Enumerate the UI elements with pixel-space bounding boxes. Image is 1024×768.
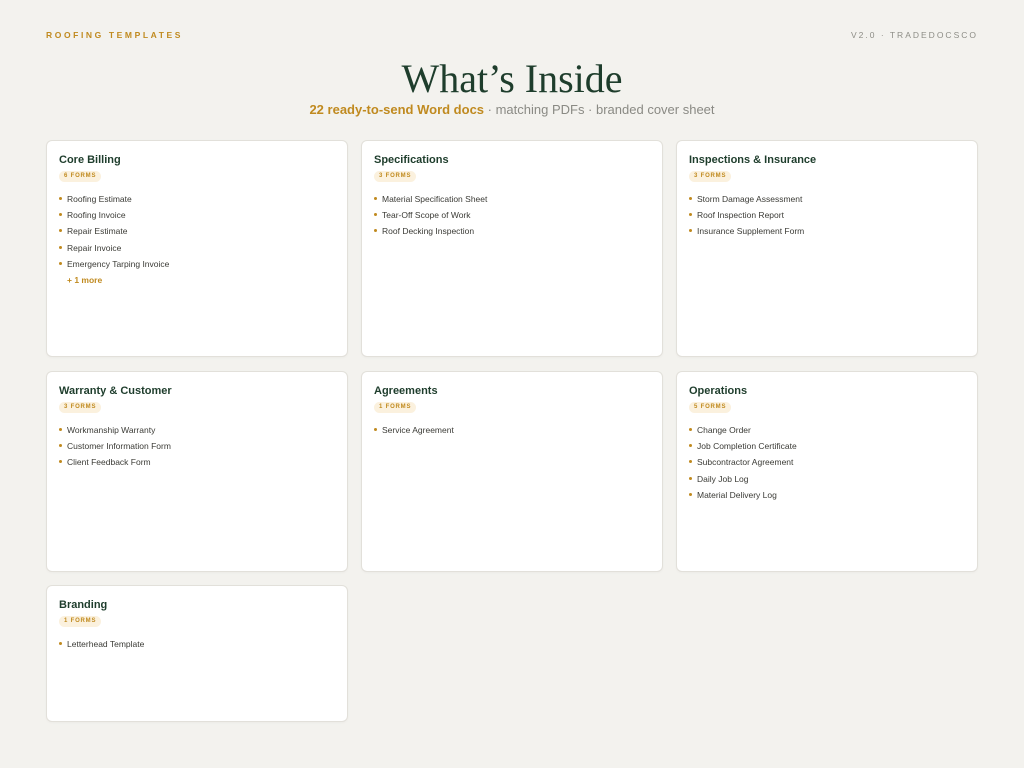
bullet-dot-icon	[59, 428, 62, 431]
forms-count-badge: 1 FORMS	[374, 402, 417, 413]
item-label: Tear-Off Scope of Work	[382, 210, 471, 221]
item-label: Roofing Invoice	[67, 210, 126, 221]
card-title: Specifications	[374, 154, 449, 166]
bullet-dot-icon	[59, 261, 62, 265]
subtitle-rest: · matching PDFs · branded cover sheet	[484, 102, 715, 117]
list-item: Repair Estimate	[59, 225, 169, 241]
item-label: Daily Job Log	[697, 473, 749, 484]
item-label: Emergency Tarping Invoice	[67, 258, 170, 269]
bullet-dot-icon	[374, 428, 377, 431]
item-label: Change Order	[697, 425, 751, 435]
card-operations: Operations 5 FORMS Change Order Job Comp…	[676, 371, 978, 572]
bullet-dot-icon	[59, 642, 62, 645]
card-title: Operations	[689, 385, 748, 397]
item-label: Subcontractor Agreement	[697, 457, 794, 468]
item-label: Letterhead Template	[67, 639, 145, 649]
card-specifications: Specifications 3 FORMS Material Specific…	[361, 140, 663, 357]
version-label: V2.0 · TRADEDOCSCO	[850, 30, 978, 40]
item-label: Repair Invoice	[67, 242, 122, 253]
item-label: Roofing Estimate	[67, 194, 132, 204]
bullet-dot-icon	[689, 213, 692, 217]
bullet-dot-icon	[59, 213, 62, 217]
list-item: Job Completion Certificate	[689, 440, 797, 456]
item-label: Insurance Supplement Form	[697, 226, 805, 237]
bullet-dot-icon	[59, 245, 62, 249]
bullet-dot-icon	[689, 197, 692, 200]
bullet-dot-icon	[374, 213, 377, 217]
item-label: Roof Inspection Report	[697, 210, 784, 221]
list-item: Client Feedback Form	[59, 456, 171, 472]
card-title: Warranty & Customer	[59, 385, 172, 397]
item-label: Material Delivery Log	[697, 489, 777, 500]
bullet-dot-icon	[59, 229, 62, 233]
form-list: Roofing Estimate Roofing Invoice Repair …	[59, 193, 169, 288]
list-item: Tear-Off Scope of Work	[374, 209, 487, 225]
list-item: Change Order	[689, 424, 797, 440]
bullet-dot-icon	[59, 444, 62, 448]
bullet-dot-icon	[374, 229, 377, 233]
form-list: Service Agreement	[374, 424, 454, 440]
forms-count-badge: 6 FORMS	[59, 171, 102, 182]
item-label: Workmanship Warranty	[67, 425, 156, 435]
form-list: Workmanship Warranty Customer Informatio…	[59, 424, 171, 473]
item-label: Customer Information Form	[67, 441, 171, 452]
card-title: Inspections & Insurance	[689, 154, 817, 166]
item-label: Client Feedback Form	[67, 457, 151, 468]
forms-count-badge: 5 FORMS	[689, 402, 732, 413]
forms-count-badge: 3 FORMS	[59, 402, 102, 413]
page-title: What’s Inside	[401, 56, 623, 101]
bullet-dot-icon	[689, 476, 692, 480]
list-item: Letterhead Template	[59, 638, 144, 654]
list-item: Storm Damage Assessment	[689, 193, 804, 209]
list-item: Daily Job Log	[689, 473, 797, 489]
card-title: Core Billing	[59, 154, 121, 166]
list-item: Service Agreement	[374, 424, 454, 440]
item-label: Roof Decking Inspection	[382, 226, 475, 237]
form-list: Storm Damage Assessment Roof Inspection …	[689, 193, 804, 242]
bullet-dot-icon	[689, 460, 692, 464]
bullet-dot-icon	[689, 428, 692, 431]
subtitle-highlight: 22 ready-to-send Word docs	[309, 102, 485, 117]
card-warranty-customer: Warranty & Customer 3 FORMS Workmanship …	[46, 371, 348, 572]
list-item: Material Delivery Log	[689, 489, 797, 505]
list-item: Roofing Invoice	[59, 209, 169, 225]
bullet-dot-icon	[689, 492, 692, 496]
card-core-billing: Core Billing 6 FORMS Roofing Estimate Ro…	[46, 140, 348, 357]
card-inspections-insurance: Inspections & Insurance 3 FORMS Storm Da…	[676, 140, 978, 357]
card-title: Branding	[59, 599, 108, 611]
card-branding: Branding 1 FORMS Letterhead Template	[46, 585, 348, 722]
item-label: Material Specification Sheet	[382, 194, 488, 204]
list-item: Roof Decking Inspection	[374, 225, 487, 241]
page-subtitle: 22 ready-to-send Word docs · matching PD…	[0, 102, 1024, 117]
brand-label: ROOFING TEMPLATES	[46, 30, 184, 40]
card-agreements: Agreements 1 FORMS Service Agreement	[361, 371, 663, 572]
list-item: Emergency Tarping Invoice	[59, 258, 169, 274]
list-item: Roof Inspection Report	[689, 209, 804, 225]
bullet-dot-icon	[374, 197, 377, 200]
list-item: Material Specification Sheet	[374, 193, 487, 209]
list-item: Workmanship Warranty	[59, 424, 171, 440]
card-title: Agreements	[374, 385, 438, 397]
forms-count-badge: 3 FORMS	[374, 171, 417, 182]
bullet-dot-icon	[689, 444, 692, 448]
list-item: Repair Invoice	[59, 242, 169, 258]
bullet-dot-icon	[59, 460, 62, 464]
form-list: Change Order Job Completion Certificate …	[689, 424, 797, 505]
bullet-dot-icon	[59, 197, 62, 200]
form-list: Material Specification Sheet Tear-Off Sc…	[374, 193, 487, 242]
item-label: Repair Estimate	[67, 226, 128, 237]
list-item: Subcontractor Agreement	[689, 456, 797, 472]
form-list: Letterhead Template	[59, 638, 144, 654]
list-item: Roofing Estimate	[59, 193, 169, 209]
bullet-dot-icon	[689, 229, 692, 233]
list-item: Customer Information Form	[59, 440, 171, 456]
item-label: Storm Damage Assessment	[697, 194, 803, 204]
item-label: Job Completion Certificate	[697, 441, 797, 452]
list-item: Insurance Supplement Form	[689, 225, 804, 241]
more-link[interactable]: + 1 more	[59, 274, 169, 288]
forms-count-badge: 1 FORMS	[59, 616, 102, 627]
forms-count-badge: 3 FORMS	[689, 171, 732, 182]
item-label: Service Agreement	[382, 425, 454, 435]
